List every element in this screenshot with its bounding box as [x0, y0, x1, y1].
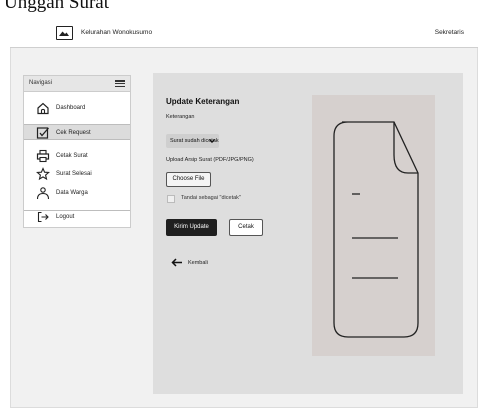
- page-caption: Unggah Surat: [4, 0, 110, 13]
- sidebar-item-cetak-surat[interactable]: Cetak Surat: [24, 148, 130, 164]
- print-button[interactable]: Cetak: [229, 219, 263, 236]
- home-icon: [37, 102, 49, 115]
- keterangan-label: Keterangan: [166, 114, 195, 120]
- submit-update-button[interactable]: Kirim Update: [166, 219, 217, 236]
- sidebar-item-label: Cetak Surat: [56, 153, 88, 159]
- document-icon: [333, 121, 419, 338]
- chevron-down-icon: [209, 139, 215, 143]
- mark-printed-checkbox[interactable]: [167, 195, 175, 203]
- sidebar-item-label: Data Warga: [56, 190, 88, 196]
- back-label: Kembali: [188, 260, 208, 266]
- mark-printed-label: Tandai sebagai "dicetak": [181, 195, 241, 201]
- checkbox-edit-icon: [36, 127, 49, 139]
- sidebar-item-label: Logout: [56, 214, 75, 220]
- printer-icon: [36, 149, 50, 163]
- star-icon: [36, 167, 50, 181]
- sidebar-header: Navigasi: [24, 76, 130, 92]
- logout-icon: [37, 211, 49, 223]
- upload-label: Upload Arsip Surat (PDF/JPG/PNG): [166, 157, 254, 163]
- sidebar-item-label: Surat Selesai: [56, 171, 92, 177]
- sidebar-item-label: Cek Request: [56, 130, 91, 136]
- hamburger-icon[interactable]: [115, 80, 125, 88]
- sidebar-item-cek-request[interactable]: Cek Request: [24, 124, 130, 140]
- sidebar-item-label: Dashboard: [56, 105, 86, 111]
- back-link[interactable]: Kembali: [171, 257, 231, 269]
- image-icon: [56, 26, 73, 40]
- keterangan-select[interactable]: Surat sudah dicetak: [166, 134, 219, 148]
- sidebar-item-logout[interactable]: Logout: [24, 209, 130, 225]
- arrow-left-icon: [171, 258, 182, 267]
- user-role[interactable]: Sekretaris: [435, 29, 464, 36]
- sidebar: Navigasi Dashboard Cek Request Cetak Sur…: [23, 75, 131, 228]
- sidebar-title: Navigasi: [29, 80, 53, 86]
- brand-name: Kelurahan Wonokusumo: [81, 29, 153, 36]
- form-title: Update Keterangan: [166, 97, 240, 106]
- document-preview: [312, 95, 435, 356]
- sidebar-item-dashboard[interactable]: Dashboard: [24, 100, 130, 116]
- sidebar-item-surat-selesai[interactable]: Surat Selesai: [24, 166, 130, 182]
- sidebar-item-data-warga[interactable]: Data Warga: [24, 185, 130, 201]
- users-icon: [36, 187, 50, 200]
- top-bar: Kelurahan Wonokusumo Sekretaris: [10, 18, 478, 48]
- choose-file-button[interactable]: Choose File: [166, 172, 211, 187]
